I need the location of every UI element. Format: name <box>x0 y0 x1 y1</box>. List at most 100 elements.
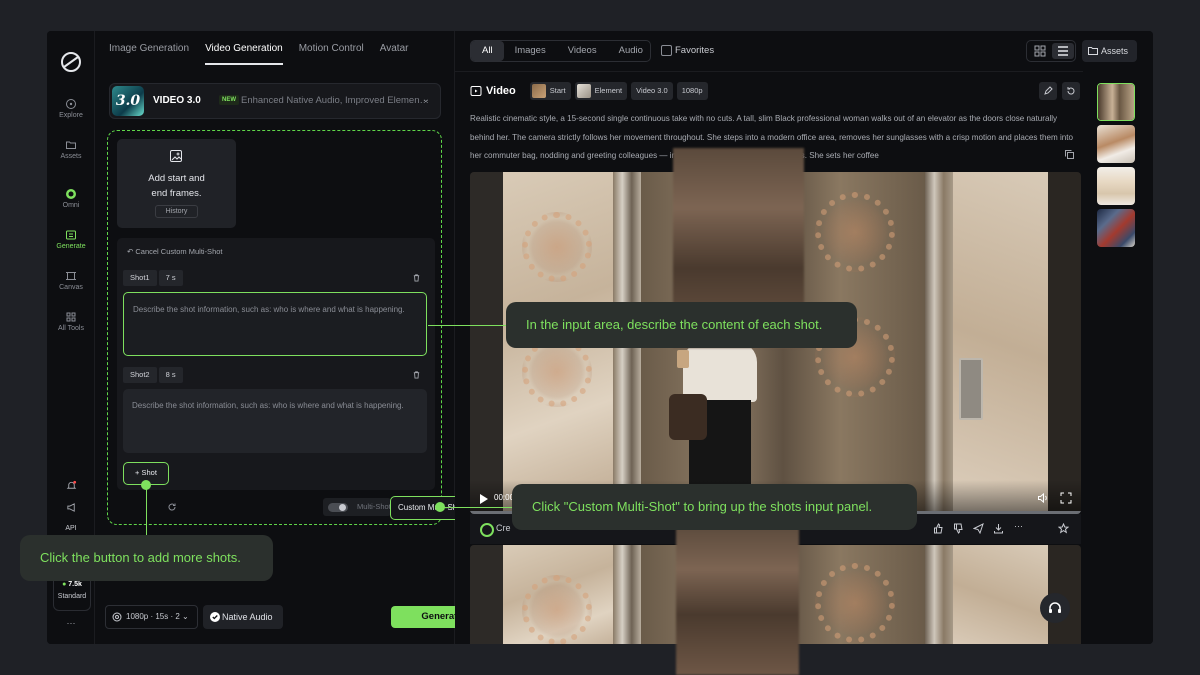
output-settings-label: 1080p · 15s · 2 <box>126 612 180 621</box>
sidebar-item-label: Generate <box>56 243 86 250</box>
tab-avatar[interactable]: Avatar <box>380 43 409 63</box>
grid-icon <box>66 312 76 322</box>
plan-label: Standard <box>57 593 87 600</box>
shot-name: Shot1 <box>123 270 157 286</box>
output-settings-button[interactable]: 1080p · 15s · 2 ⌄ <box>105 605 198 629</box>
chip-model: Video 3.0 <box>631 82 673 100</box>
sidebar-item-label: Canvas <box>59 284 83 291</box>
history-thumb[interactable] <box>1097 209 1135 247</box>
assets-button[interactable]: Assets <box>1082 40 1137 62</box>
callout-custom-multishot: Click "Custom Multi-Shot" to bring up th… <box>512 484 917 530</box>
chevron-down-icon: ⌄ <box>421 94 430 105</box>
chip-label: Start <box>549 86 566 95</box>
shot-description-input[interactable]: Describe the shot information, such as: … <box>123 389 427 453</box>
shot-duration[interactable]: 7 s <box>158 270 183 286</box>
copy-icon[interactable] <box>1065 150 1074 159</box>
scene-shirt <box>683 342 757 402</box>
favorites-checkbox[interactable]: Favorites <box>661 45 714 56</box>
scene-marble <box>953 545 1048 644</box>
download-icon[interactable] <box>993 523 1004 534</box>
cancel-multishot-link[interactable]: ↶ Cancel Custom Multi-Shot <box>127 247 223 256</box>
bell-icon[interactable] <box>66 480 77 491</box>
history-thumb[interactable] <box>1097 125 1135 163</box>
logo-icon[interactable] <box>59 50 83 74</box>
callout-connector <box>440 507 512 508</box>
fullscreen-icon[interactable] <box>1060 492 1072 504</box>
chip-start[interactable]: Start <box>529 82 571 100</box>
history-thumb[interactable] <box>1097 167 1135 205</box>
trash-icon[interactable] <box>412 273 421 282</box>
scene-marble <box>953 172 1048 514</box>
face-blur <box>676 524 799 675</box>
edit-button[interactable] <box>1039 82 1057 100</box>
more-options-icon[interactable]: ··· <box>1014 521 1025 532</box>
mode-tabs: Image Generation Video Generation Motion… <box>109 43 409 65</box>
chip-element[interactable]: Element <box>574 82 628 100</box>
generate-icon <box>66 230 76 240</box>
chip-label: Element <box>594 86 623 95</box>
callout-add-shots: Click the button to add more shots. <box>20 535 273 581</box>
more-icon[interactable]: ··· <box>47 618 95 628</box>
filter-videos[interactable]: Videos <box>557 41 608 61</box>
native-audio-label: Native Audio <box>222 612 273 622</box>
history-button[interactable]: History <box>155 205 198 218</box>
grid-view-icon[interactable] <box>1029 43 1051 59</box>
add-frames-text: Add start and end frames. <box>117 171 236 201</box>
add-frames-line1: Add start and <box>148 173 205 184</box>
play-icon[interactable] <box>480 494 488 504</box>
native-audio-toggle[interactable]: Native Audio <box>203 605 283 629</box>
compass-icon <box>66 99 76 109</box>
folder-icon <box>1088 47 1098 55</box>
video-title: Video <box>470 85 516 97</box>
element-thumb <box>576 84 591 98</box>
shot-description-input[interactable]: Describe the shot information, such as: … <box>123 292 427 356</box>
scene-rosette <box>815 192 895 272</box>
tab-video-generation[interactable]: Video Generation <box>205 43 283 65</box>
support-button[interactable] <box>1040 593 1070 623</box>
history-thumb[interactable] <box>1097 83 1135 121</box>
multi-shot-panel: ↶ Cancel Custom Multi-Shot Shot1 7 s Des… <box>117 238 435 490</box>
check-circle-icon <box>210 612 220 622</box>
scene-rosette <box>815 563 895 643</box>
filter-audio[interactable]: Audio <box>608 41 654 61</box>
api-link[interactable]: API <box>47 525 95 532</box>
sidebar-item-all-tools[interactable]: All Tools <box>47 311 95 332</box>
callout-connector <box>146 485 147 535</box>
folder-icon <box>66 141 76 149</box>
sidebar-item-generate[interactable]: Generate <box>47 229 95 250</box>
multishot-toggle[interactable]: Multi-Shot <box>323 498 391 516</box>
sidebar-item-label: All Tools <box>58 325 84 332</box>
model-selector[interactable]: 3.0 VIDEO 3.0 NEW Enhanced Native Audio,… <box>109 83 441 119</box>
reset-icon[interactable] <box>167 502 177 512</box>
volume-icon[interactable] <box>1037 492 1049 504</box>
sidebar-item-explore[interactable]: Explore <box>47 98 95 119</box>
megaphone-icon[interactable] <box>66 502 77 513</box>
image-add-icon <box>170 150 182 162</box>
tab-motion-control[interactable]: Motion Control <box>299 43 364 63</box>
filter-images[interactable]: Images <box>504 41 557 61</box>
cancel-multishot-label: Cancel Custom Multi-Shot <box>135 247 223 256</box>
tab-image-generation[interactable]: Image Generation <box>109 43 189 63</box>
regenerate-button[interactable] <box>1062 82 1080 100</box>
share-icon[interactable] <box>973 523 984 534</box>
sidebar-item-omni[interactable]: Omni <box>47 188 95 209</box>
divider <box>455 71 1083 72</box>
star-icon[interactable] <box>1058 523 1069 534</box>
trash-icon[interactable] <box>412 370 421 379</box>
sidebar-item-canvas[interactable]: Canvas <box>47 270 95 291</box>
callout-input-area: In the input area, describe the content … <box>506 302 857 348</box>
add-frames-card[interactable]: Add start and end frames. History <box>117 139 236 228</box>
thumbs-up-icon[interactable] <box>933 523 944 534</box>
credits-value: 7.5k <box>68 581 82 588</box>
view-toggle <box>1026 40 1076 62</box>
list-view-icon[interactable] <box>1052 43 1074 59</box>
scene-coffee-cup <box>677 350 689 368</box>
model-description: Enhanced Native Audio, Improved Element … <box>241 95 431 106</box>
filter-all[interactable]: All <box>471 41 504 61</box>
sidebar-item-assets[interactable]: Assets <box>47 139 95 160</box>
model-name: VIDEO 3.0 <box>153 95 201 106</box>
shot-duration[interactable]: 8 s <box>158 367 183 383</box>
video-icon <box>470 86 482 96</box>
thumbs-down-icon[interactable] <box>953 523 964 534</box>
rotate-icon <box>1067 87 1075 95</box>
